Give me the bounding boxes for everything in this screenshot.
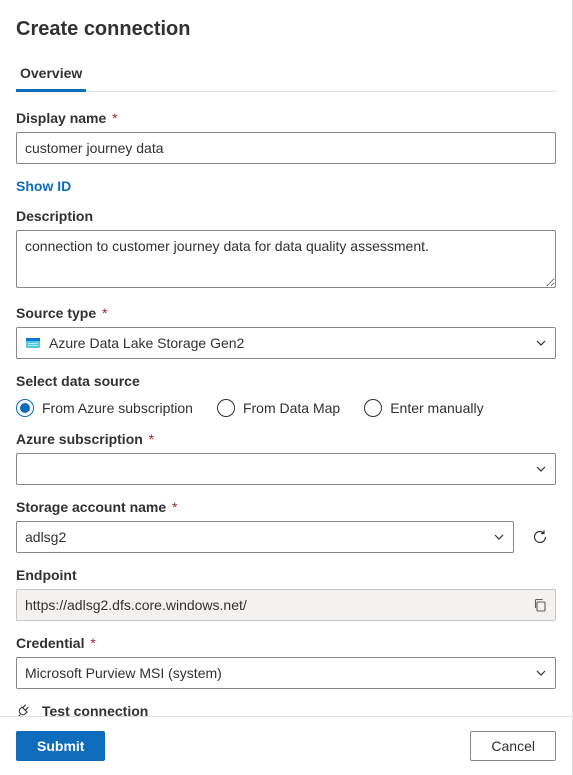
copy-icon[interactable] (533, 598, 547, 612)
azure-subscription-select[interactable] (16, 453, 556, 485)
radio-circle-icon (217, 399, 235, 417)
radio-circle-icon (364, 399, 382, 417)
panel-title: Create connection (16, 18, 556, 41)
endpoint-readonly: https://adlsg2.dfs.core.windows.net/ (16, 589, 556, 621)
radio-label: From Azure subscription (42, 400, 193, 416)
radio-label: From Data Map (243, 400, 340, 416)
source-type-value: Azure Data Lake Storage Gen2 (49, 333, 244, 353)
required-asterisk: * (86, 635, 95, 651)
field-azure-subscription: Azure subscription * (16, 431, 556, 485)
refresh-icon (532, 529, 548, 545)
radio-enter-manually[interactable]: Enter manually (364, 399, 483, 417)
credential-label: Credential * (16, 635, 556, 651)
chevron-down-icon (493, 531, 505, 543)
test-connection-label: Test connection (42, 703, 148, 716)
description-label: Description (16, 208, 556, 224)
field-select-data-source: Select data source From Azure subscripti… (16, 373, 556, 417)
required-asterisk: * (168, 499, 177, 515)
radio-label: Enter manually (390, 400, 483, 416)
display-name-label: Display name * (16, 110, 556, 126)
show-id-link[interactable]: Show ID (16, 178, 71, 194)
display-name-input[interactable] (16, 132, 556, 164)
radio-from-data-map[interactable]: From Data Map (217, 399, 340, 417)
required-asterisk: * (98, 305, 107, 321)
field-endpoint: Endpoint https://adlsg2.dfs.core.windows… (16, 567, 556, 621)
test-connection-action[interactable]: Test connection (16, 703, 556, 716)
panel-footer: Submit Cancel (0, 716, 572, 775)
tab-overview[interactable]: Overview (16, 59, 86, 92)
display-name-label-text: Display name (16, 110, 106, 126)
test-connection-section: Test connection Connection successful. (16, 703, 556, 716)
submit-button[interactable]: Submit (16, 731, 105, 761)
radio-circle-icon (16, 399, 34, 417)
radio-from-azure-subscription[interactable]: From Azure subscription (16, 399, 193, 417)
field-storage-account: Storage account name * adlsg2 (16, 499, 556, 553)
credential-select[interactable]: Microsoft Purview MSI (system) (16, 657, 556, 689)
storage-account-label-text: Storage account name (16, 499, 166, 515)
azure-subscription-label-text: Azure subscription (16, 431, 143, 447)
refresh-button[interactable] (524, 521, 556, 553)
credential-label-text: Credential (16, 635, 84, 651)
chevron-down-icon (535, 337, 547, 349)
storage-account-value: adlsg2 (25, 527, 485, 547)
chevron-down-icon (535, 463, 547, 475)
field-display-name: Display name * (16, 110, 556, 164)
storage-account-label: Storage account name * (16, 499, 556, 515)
source-type-select[interactable]: Azure Data Lake Storage Gen2 (16, 327, 556, 359)
chevron-down-icon (535, 667, 547, 679)
adls-icon (25, 335, 41, 351)
endpoint-label: Endpoint (16, 567, 556, 583)
endpoint-value: https://adlsg2.dfs.core.windows.net/ (25, 595, 247, 615)
plug-icon (16, 703, 32, 716)
storage-account-select[interactable]: adlsg2 (16, 521, 514, 553)
tabs: Overview (16, 59, 556, 92)
field-credential: Credential * Microsoft Purview MSI (syst… (16, 635, 556, 689)
source-type-label-text: Source type (16, 305, 96, 321)
credential-value: Microsoft Purview MSI (system) (25, 663, 527, 683)
field-description: Description connection to customer journ… (16, 208, 556, 291)
data-source-radio-group: From Azure subscription From Data Map En… (16, 399, 556, 417)
description-textarea[interactable]: connection to customer journey data for … (16, 230, 556, 288)
source-type-label: Source type * (16, 305, 556, 321)
field-source-type: Source type * Azure Data Lake Storage Ge… (16, 305, 556, 359)
select-data-source-label: Select data source (16, 373, 556, 389)
required-asterisk: * (108, 110, 117, 126)
show-id-row: Show ID (16, 178, 556, 194)
azure-subscription-label: Azure subscription * (16, 431, 556, 447)
cancel-button[interactable]: Cancel (470, 731, 556, 761)
required-asterisk: * (145, 431, 154, 447)
